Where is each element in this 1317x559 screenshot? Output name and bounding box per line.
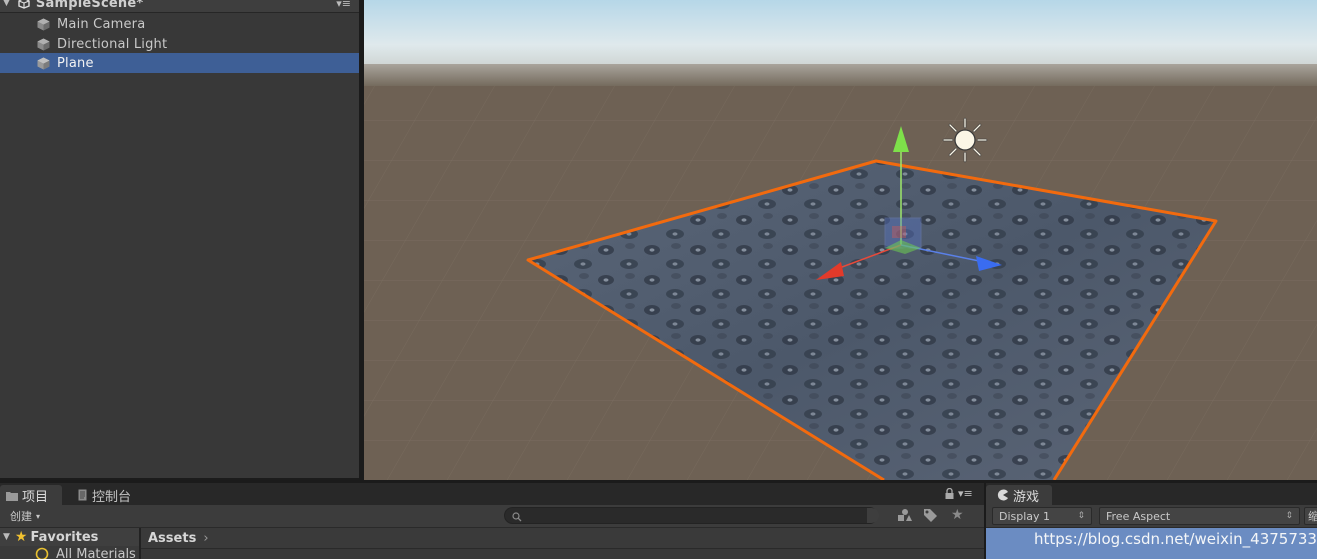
scene-view[interactable] — [364, 0, 1317, 480]
expand-triangle-icon[interactable]: ▼ — [3, 0, 10, 8]
filter-by-label-icon[interactable] — [923, 508, 939, 522]
gameobject-cube-icon — [37, 57, 50, 69]
scene-row[interactable]: ▼ SampleScene* ▾≡ — [0, 0, 359, 13]
chevron-down-icon: ▾ — [36, 511, 41, 521]
folder-icon — [6, 490, 18, 501]
hierarchy-item-directional-light[interactable]: Directional Light — [0, 34, 359, 54]
favorites-item-label: All Materials — [56, 547, 136, 559]
hierarchy-item-plane[interactable]: Plane — [0, 53, 359, 73]
hierarchy-item-main-camera[interactable]: Main Camera — [0, 14, 359, 34]
breadcrumb-assets[interactable]: Assets — [148, 531, 196, 546]
favorites-tree: ▼ ★ Favorites All Materials — [0, 528, 139, 559]
game-tabbar: 游戏 — [986, 483, 1317, 505]
game-toolbar: Display 1 ⇕ Free Aspect ⇕ 缩 — [986, 505, 1317, 528]
tab-project[interactable]: 项目 — [0, 485, 62, 505]
tab-label: 游戏 — [1013, 489, 1040, 505]
filter-by-type-icon[interactable] — [896, 508, 912, 522]
dropdown-arrows-icon: ⇕ — [1285, 511, 1293, 521]
create-label: 创建 — [10, 510, 32, 523]
gameobject-cube-icon — [37, 18, 50, 30]
panel-menu-icon[interactable]: ▾≡ — [958, 487, 973, 500]
lock-icon[interactable] — [945, 487, 954, 499]
search-icon — [512, 511, 522, 521]
favorites-label: Favorites — [30, 529, 99, 545]
dropdown-arrows-icon: ⇕ — [1077, 511, 1085, 521]
scale-slider-label[interactable]: 缩 — [1304, 507, 1317, 525]
gameobject-cube-icon — [37, 38, 50, 50]
assets-breadcrumb: Assets › — [141, 528, 984, 549]
project-panel: 项目 控制台 ▾≡ 创建 ▾ ★ ▼ ★ Favorites All Mater… — [0, 483, 984, 559]
favorites-item-all-materials[interactable]: All Materials — [0, 546, 139, 559]
search-field[interactable] — [504, 507, 879, 524]
unity-logo-icon — [18, 0, 30, 9]
scene-viewport[interactable] — [364, 0, 1317, 480]
scale-label: 缩 — [1308, 510, 1317, 523]
tab-console[interactable]: 控制台 — [78, 485, 148, 505]
favorite-star-icon[interactable]: ★ — [951, 507, 964, 523]
game-pacman-icon — [997, 489, 1009, 501]
hierarchy-item-label: Directional Light — [57, 36, 168, 52]
display-label: Display 1 — [999, 509, 1051, 523]
aspect-label: Free Aspect — [1106, 509, 1171, 523]
project-tabbar: 项目 控制台 ▾≡ — [0, 483, 984, 505]
project-toolbar: 创建 ▾ ★ — [0, 505, 984, 528]
directional-light-sun-icon[interactable] — [942, 117, 988, 163]
favorites-row[interactable]: ▼ ★ Favorites — [0, 528, 139, 546]
search-cancel[interactable] — [867, 508, 879, 523]
aspect-dropdown[interactable]: Free Aspect ⇕ — [1099, 507, 1300, 525]
chevron-right-icon: › — [203, 530, 209, 546]
search-icon — [35, 547, 49, 559]
tab-label: 项目 — [22, 489, 49, 505]
watermark-text: https://blog.csdn.net/weixin_43757333 — [1034, 530, 1317, 548]
hierarchy-panel: ▼ SampleScene* ▾≡ Main Camera Directiona… — [0, 0, 359, 478]
console-icon — [78, 489, 87, 501]
hierarchy-menu-icon[interactable]: ▾≡ — [336, 0, 351, 10]
hierarchy-item-label: Plane — [57, 55, 94, 71]
expand-triangle-icon[interactable]: ▼ — [3, 532, 10, 542]
star-icon: ★ — [14, 529, 28, 545]
tab-label: 控制台 — [92, 489, 132, 505]
display-dropdown[interactable]: Display 1 ⇕ — [992, 507, 1092, 525]
tab-game[interactable]: 游戏 — [986, 485, 1052, 505]
assets-grid[interactable] — [141, 549, 984, 559]
create-dropdown[interactable]: 创建 ▾ — [4, 507, 48, 525]
scene-name: SampleScene* — [35, 0, 144, 11]
hierarchy-item-label: Main Camera — [57, 16, 146, 32]
